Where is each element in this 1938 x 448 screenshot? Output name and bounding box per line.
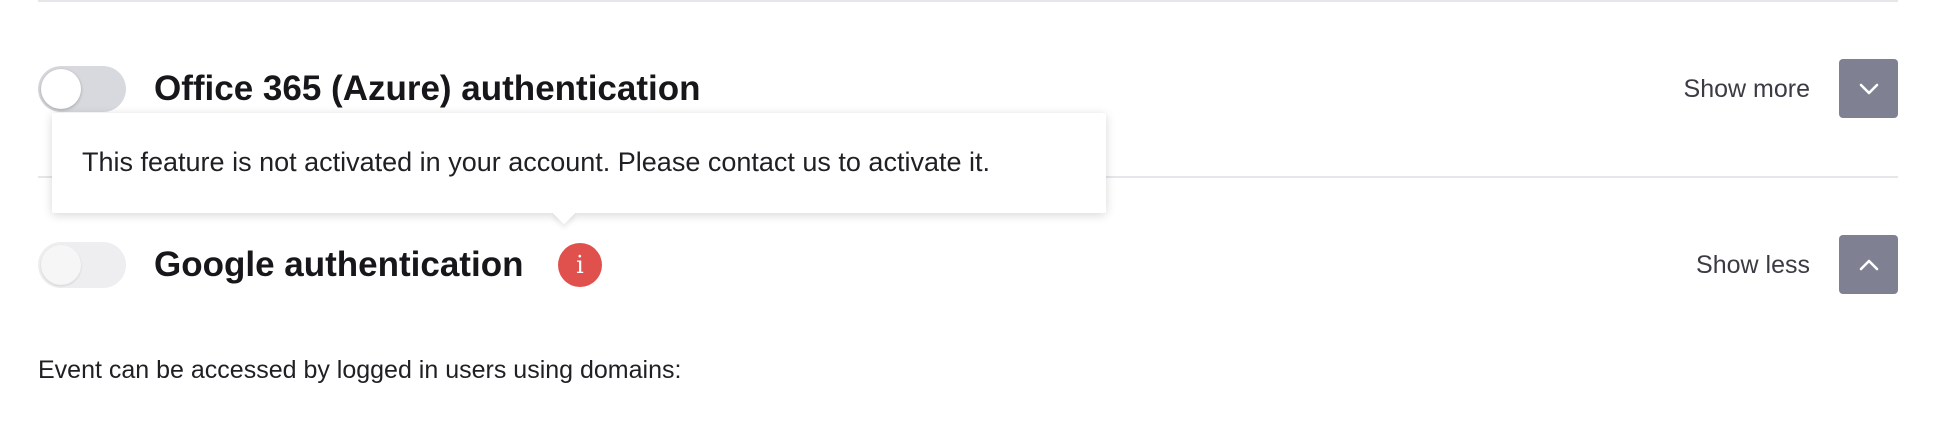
office365-auth-row: Office 365 (Azure) authentication Show m… bbox=[38, 59, 1898, 119]
google-auth-row: Google authentication i Show less bbox=[38, 235, 1898, 295]
info-icon[interactable]: i bbox=[558, 243, 602, 287]
toggle-knob bbox=[41, 69, 81, 109]
google-show-less-link[interactable]: Show less bbox=[1696, 247, 1810, 283]
domains-access-label: Event can be accessed by logged in users… bbox=[38, 356, 682, 384]
toggle-knob bbox=[41, 245, 81, 285]
google-collapse-button[interactable] bbox=[1839, 235, 1898, 294]
chevron-down-icon bbox=[1859, 83, 1878, 94]
google-auth-toggle[interactable] bbox=[38, 242, 126, 288]
tooltip-text: This feature is not activated in your ac… bbox=[82, 147, 990, 177]
office365-show-more-link[interactable]: Show more bbox=[1684, 71, 1810, 107]
feature-not-activated-tooltip: This feature is not activated in your ac… bbox=[52, 113, 1106, 225]
google-auth-title: Google authentication bbox=[154, 245, 524, 284]
office365-auth-toggle[interactable] bbox=[38, 66, 126, 112]
chevron-up-icon bbox=[1859, 259, 1878, 270]
office365-expand-button[interactable] bbox=[1839, 59, 1898, 118]
top-divider bbox=[38, 0, 1898, 2]
tooltip-arrow bbox=[552, 201, 576, 225]
office365-auth-title: Office 365 (Azure) authentication bbox=[154, 69, 701, 108]
